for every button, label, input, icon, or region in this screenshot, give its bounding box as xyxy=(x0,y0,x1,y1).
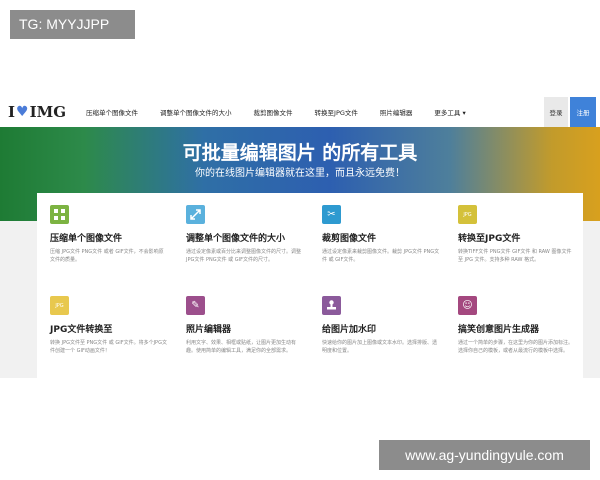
tool-name: 转换至JPG文件 xyxy=(458,234,521,244)
tool-name: 搞笑创意图片生成器 xyxy=(458,325,540,335)
nav-compress[interactable]: 压缩单个图像文件 xyxy=(86,107,138,117)
watermark-bottom: www.ag-yundingyule.com xyxy=(379,440,590,470)
watermark-top: TG: MYYJJPP xyxy=(10,10,135,39)
heart-icon: ♥ xyxy=(16,104,29,120)
navbar: I ♥ IMG 压缩单个图像文件 调整单个图像文件的大小 裁剪图像文件 转换至J… xyxy=(0,97,600,127)
pencil-icon: ✎ xyxy=(186,296,205,315)
tools-panel: 压缩单个图像文件 压缩 JPG文件 PNG文件 或者 GIF文件，不会影响原文件… xyxy=(37,193,583,378)
tool-desc: 通过一个简单的步骤，在这里为你的图片添加标注。选择你自己的模板，或者从最流行的模… xyxy=(458,340,574,354)
tool-card-resize[interactable]: 调整单个图像文件的大小 通过设定像素或百分比来调整图像文件的尺寸。调整 JPG文… xyxy=(186,205,304,264)
hero-subtitle: 你的在线图片编辑器就在这里，而且永远免费！ xyxy=(195,168,405,179)
register-button[interactable]: 注册 xyxy=(570,97,596,127)
tool-desc: 快速给你的图片加上图像或文本水印。选择排版、透明度和位置。 xyxy=(322,340,438,354)
tool-desc: 利用文字、效果、相框或贴纸，让图片更加生动有趣。使用简单的编辑工具，满足你的全部… xyxy=(186,340,297,354)
tool-name: 给图片加水印 xyxy=(322,325,377,335)
screenshot: I ♥ IMG 压缩单个图像文件 调整单个图像文件的大小 裁剪图像文件 转换至J… xyxy=(0,97,600,378)
nav-photo-editor[interactable]: 照片编辑器 xyxy=(380,107,413,117)
smiley-icon: ☺ xyxy=(458,296,477,315)
resize-icon xyxy=(186,205,205,224)
tool-card-convert-jpg[interactable]: JPG 转换至JPG文件 转换TIFF文件 PNG文件 GIF文件 和 RAW … xyxy=(458,205,576,264)
tool-card-jpg-convert[interactable]: JPG JPG文件转换至 转换 JPG文件至 PNG文件 或 GIF文件。将多个… xyxy=(50,296,168,355)
tool-name: 压缩单个图像文件 xyxy=(50,234,123,244)
tool-card-crop[interactable]: ✂ 裁剪图像文件 通过设定像素来裁剪图像文件。裁剪 JPG文件 PNG文件 或 … xyxy=(322,205,440,264)
tool-desc: 转换TIFF文件 PNG文件 GIF文件 和 RAW 图像文件至 JPG 文件。… xyxy=(458,249,572,263)
tool-name: 照片编辑器 xyxy=(186,325,232,335)
tool-card-watermark[interactable]: 给图片加水印 快速给你的图片加上图像或文本水印。选择排版、透明度和位置。 xyxy=(322,296,440,355)
tool-name: JPG文件转换至 xyxy=(50,325,113,335)
jpg-icon: JPG xyxy=(458,205,477,224)
tool-desc: 通过设定像素或百分比来调整图像文件的尺寸。调整 JPG文件 PNG文件 或 GI… xyxy=(186,249,302,263)
tool-card-meme[interactable]: ☺ 搞笑创意图片生成器 通过一个简单的步骤，在这里为你的图片添加标注。选择你自己… xyxy=(458,296,576,355)
tool-name: 裁剪图像文件 xyxy=(322,234,377,244)
logo-text-pre: I xyxy=(8,103,16,121)
hero-title: 可批量编辑图片 的所有工具 xyxy=(182,142,418,164)
tool-card-photo-editor[interactable]: ✎ 照片编辑器 利用文字、效果、相框或贴纸，让图片更加生动有趣。使用简单的编辑工… xyxy=(186,296,304,355)
login-button[interactable]: 登录 xyxy=(544,97,568,127)
compress-icon xyxy=(50,205,69,224)
tool-card-compress[interactable]: 压缩单个图像文件 压缩 JPG文件 PNG文件 或者 GIF文件，不会影响原文件… xyxy=(50,205,168,264)
nav-convert-jpg[interactable]: 转换至JPG文件 xyxy=(315,107,358,117)
tool-desc: 压缩 JPG文件 PNG文件 或者 GIF文件，不会影响原文件的质量。 xyxy=(50,249,164,263)
tool-desc: 通过设定像素来裁剪图像文件。裁剪 JPG文件 PNG文件 或 GIF文件。 xyxy=(322,249,440,263)
tool-name: 调整单个图像文件的大小 xyxy=(186,234,286,244)
nav-links: 压缩单个图像文件 调整单个图像文件的大小 裁剪图像文件 转换至JPG文件 照片编… xyxy=(86,107,488,117)
scissors-icon: ✂ xyxy=(322,205,341,224)
nav-more-tools[interactable]: 更多工具 ▾ xyxy=(434,107,465,117)
nav-crop[interactable]: 裁剪图像文件 xyxy=(254,107,293,117)
nav-resize[interactable]: 调整单个图像文件的大小 xyxy=(160,107,232,117)
logo-text-post: IMG xyxy=(29,103,67,121)
tool-desc: 转换 JPG文件至 PNG文件 或 GIF文件。将多个JPG文件创建一个 GIF… xyxy=(50,340,167,354)
logo[interactable]: I ♥ IMG xyxy=(8,103,66,121)
jpg-file-icon: JPG xyxy=(50,296,69,315)
stamp-icon xyxy=(322,296,341,315)
